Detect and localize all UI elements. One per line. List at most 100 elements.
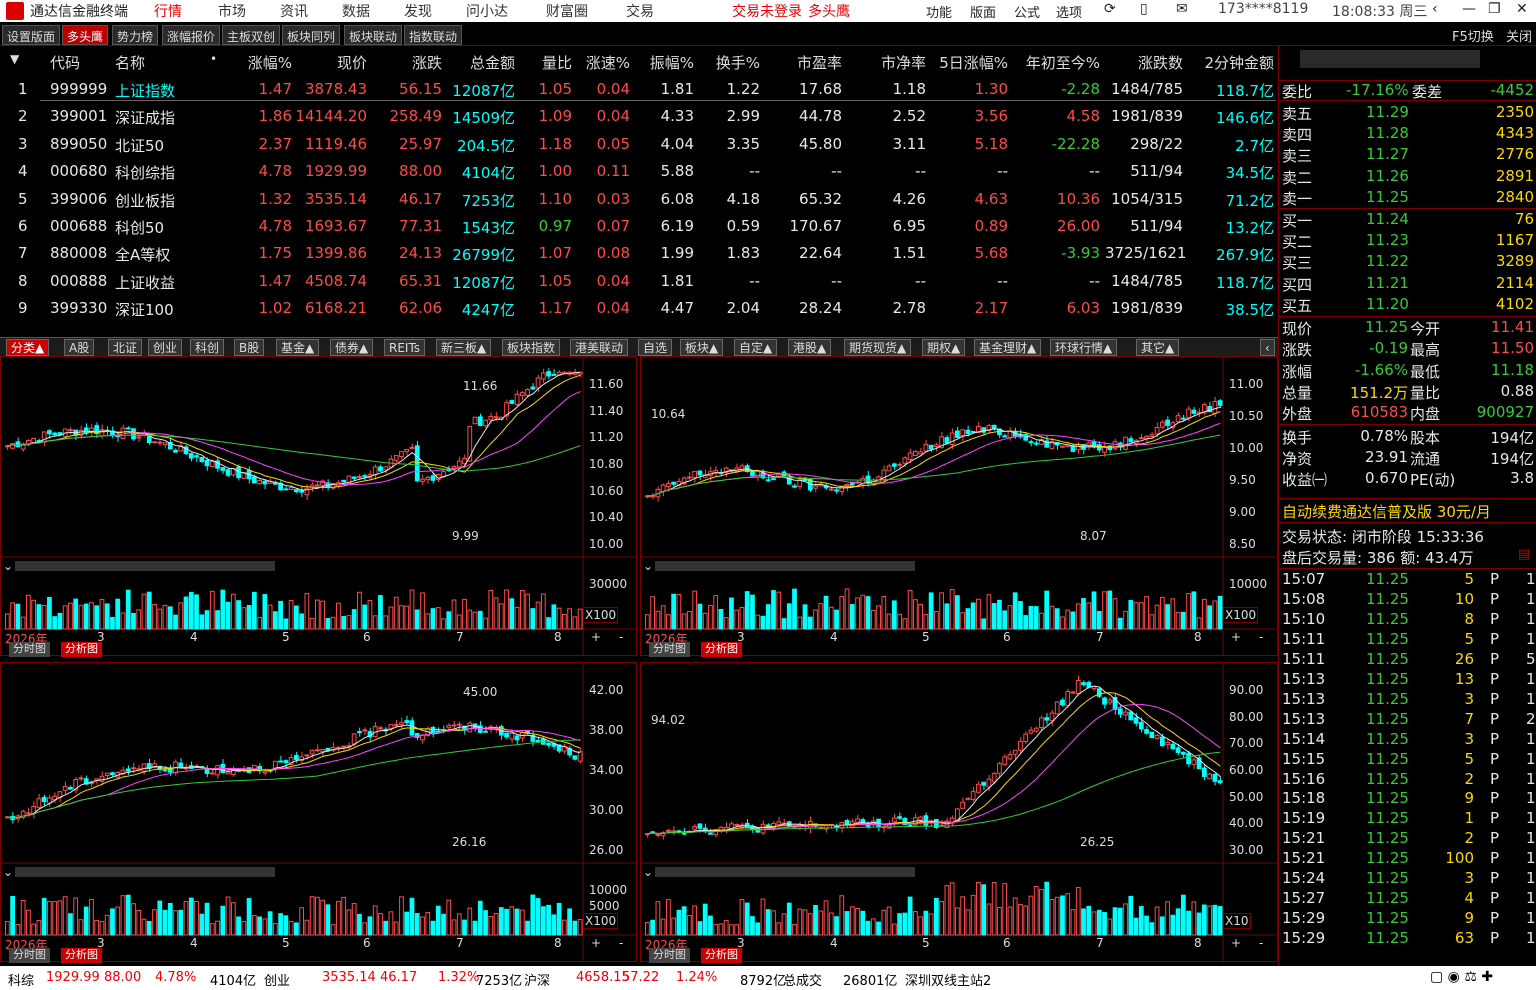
layout-tab-6[interactable]: 板块联动 — [344, 25, 403, 45]
menu-6[interactable]: 财富圈 — [546, 1, 588, 21]
col-header-8[interactable]: 振幅% — [640, 52, 694, 73]
menu-7[interactable]: 交易 — [626, 1, 654, 21]
layout-tab-0[interactable]: 设置版面 — [2, 25, 61, 45]
layout-tab-7[interactable]: 指数联动 — [404, 25, 463, 45]
category-tab-7[interactable]: 债券▲ — [330, 339, 374, 356]
col-header-3[interactable]: 现价 — [295, 52, 367, 73]
phone-icon[interactable]: ▯ — [1140, 1, 1148, 17]
tab-analysis[interactable]: 分析图 — [61, 948, 102, 963]
category-tab-19[interactable]: 环球行情▲ — [1050, 339, 1118, 356]
volume-collapse-icon[interactable]: ⌄ — [3, 865, 13, 879]
col-header-9[interactable]: 换手% — [700, 52, 760, 73]
tab-intraday[interactable]: 分时图 — [649, 948, 690, 963]
restore-icon[interactable]: ❐ — [1488, 1, 1501, 17]
zoom-out-button[interactable]: - — [1259, 936, 1263, 950]
mode-label[interactable]: 多头鹰 — [808, 1, 850, 21]
col-header-15[interactable]: 2分钟金额 — [1190, 52, 1274, 73]
layout-tab-3[interactable]: 涨幅报价 — [162, 25, 221, 45]
tab-analysis[interactable]: 分析图 — [701, 948, 742, 963]
zoom-out-button[interactable]: - — [619, 630, 623, 644]
close-icon[interactable]: ✕ — [1516, 1, 1528, 17]
f5-switch[interactable]: F5切换 — [1452, 26, 1494, 45]
kline-panel-1[interactable]: 11.00 10.50 10.00 9.50 9.00 8.50 10.64 8.07 1000… — [640, 356, 1278, 657]
menu-4[interactable]: 发现 — [404, 1, 432, 21]
category-tab-18[interactable]: 基金理财▲ — [974, 339, 1042, 356]
kline-panel-2[interactable]: 42.00 38.00 34.00 30.00 26.00 45.00 26.16 10000… — [0, 662, 637, 963]
refresh-icon[interactable]: ⟳ — [1104, 1, 1116, 17]
col-header-14[interactable]: 涨跌数 — [1105, 52, 1183, 73]
promo-link[interactable]: 自动续费通达信普及版 30元/月 — [1282, 501, 1491, 522]
tab-intraday[interactable]: 分时图 — [9, 642, 50, 657]
zoom-in-button[interactable]: + — [591, 936, 601, 950]
col-header-1[interactable]: 名称 — [115, 52, 195, 73]
category-tab-17[interactable]: 期权▲ — [922, 339, 966, 356]
col-header-0[interactable]: 代码 — [50, 52, 105, 73]
category-tab-0[interactable]: 分类▲ — [6, 339, 50, 356]
layout-tab-1[interactable]: 多头鹰 — [62, 25, 109, 45]
category-tab-13[interactable]: 板块▲ — [680, 339, 724, 356]
more-tabs-icon[interactable]: ‹ — [1260, 339, 1275, 356]
right-menu-2[interactable]: 公式 — [1014, 2, 1040, 21]
status-item[interactable]: 深圳双线主站2 — [905, 970, 991, 989]
status-icons[interactable]: ▢ ◉ ⚖ ✚ — [1430, 969, 1493, 985]
kline-panel-3[interactable]: 90.00 80.00 70.00 60.00 50.00 40.00 30.00 94.02… — [640, 662, 1278, 963]
minimize-icon[interactable]: — — [1462, 1, 1476, 17]
menu-1[interactable]: 市场 — [218, 1, 246, 21]
category-tab-6[interactable]: 基金▲ — [276, 339, 320, 356]
category-tab-1[interactable]: A股 — [64, 339, 95, 356]
category-tab-4[interactable]: 科创 — [190, 339, 225, 356]
zoom-in-button[interactable]: + — [591, 630, 601, 644]
kline-svg-0[interactable] — [1, 357, 636, 655]
col-header-12[interactable]: 5日涨幅% — [935, 52, 1008, 73]
category-tab-11[interactable]: 港美联动 — [570, 339, 629, 356]
right-menu-1[interactable]: 版面 — [970, 2, 996, 21]
col-header-5[interactable]: 总金额 — [445, 52, 515, 73]
login-status[interactable]: 交易未登录 — [732, 1, 802, 21]
col-header-10[interactable]: 市盈率 — [770, 52, 842, 73]
kline-svg-1[interactable] — [641, 357, 1277, 655]
right-menu-3[interactable]: 选项 — [1056, 2, 1082, 21]
mail-icon[interactable]: ✉ — [1176, 1, 1188, 17]
menu-5[interactable]: 问小达 — [466, 1, 508, 21]
close-layout[interactable]: 关闭 — [1506, 26, 1532, 45]
layout-tab-4[interactable]: 主板双创 — [222, 25, 281, 45]
tab-intraday[interactable]: 分时图 — [9, 948, 50, 963]
back-icon[interactable]: ‹ — [1432, 1, 1438, 17]
zoom-out-button[interactable]: - — [619, 936, 623, 950]
col-header-4[interactable]: 涨跌 — [370, 52, 442, 73]
category-tab-14[interactable]: 自定▲ — [734, 339, 778, 356]
tab-analysis[interactable]: 分析图 — [61, 642, 102, 657]
category-tab-8[interactable]: REITs — [384, 339, 426, 356]
layout-tab-2[interactable]: 势力榜 — [112, 25, 159, 45]
category-tab-9[interactable]: 新三板▲ — [436, 339, 492, 356]
category-tab-10[interactable]: 板块指数 — [502, 339, 561, 356]
kline-svg-2[interactable] — [1, 663, 636, 961]
menu-2[interactable]: 资讯 — [280, 1, 308, 21]
category-tab-3[interactable]: 创业 — [148, 339, 183, 356]
tab-intraday[interactable]: 分时图 — [649, 642, 690, 657]
tab-analysis[interactable]: 分析图 — [701, 642, 742, 657]
category-tab-20[interactable]: 其它▲ — [1136, 339, 1180, 356]
right-menu-0[interactable]: 功能 — [926, 2, 952, 21]
category-tab-2[interactable]: 北证 — [108, 339, 143, 356]
category-tab-5[interactable]: B股 — [234, 339, 265, 356]
col-header-6[interactable]: 量比 — [522, 52, 572, 73]
expand-icon[interactable]: ▤ — [1518, 547, 1530, 562]
col-header-2[interactable]: 涨幅% — [240, 52, 292, 73]
menu-0[interactable]: 行情 — [154, 1, 182, 21]
menu-3[interactable]: 数据 — [342, 1, 370, 21]
kline-panel-0[interactable]: 11.60 11.40 11.20 10.80 10.60 10.40 10.00 11.66… — [0, 356, 637, 657]
category-tab-15[interactable]: 港股▲ — [788, 339, 832, 356]
category-tab-12[interactable]: 自选 — [638, 339, 673, 356]
kline-svg-3[interactable] — [641, 663, 1277, 961]
account-label[interactable]: 173****8119 — [1218, 1, 1308, 17]
volume-collapse-icon[interactable]: ⌄ — [643, 559, 653, 573]
volume-collapse-icon[interactable]: ⌄ — [643, 865, 653, 879]
volume-collapse-icon[interactable]: ⌄ — [3, 559, 13, 573]
category-tab-16[interactable]: 期货现货▲ — [844, 339, 912, 356]
col-header-11[interactable]: 市净率 — [850, 52, 926, 73]
col-header-7[interactable]: 涨速% — [580, 52, 630, 73]
zoom-in-button[interactable]: + — [1231, 936, 1241, 950]
zoom-out-button[interactable]: - — [1259, 630, 1263, 644]
layout-tab-5[interactable]: 板块同列 — [282, 25, 341, 45]
